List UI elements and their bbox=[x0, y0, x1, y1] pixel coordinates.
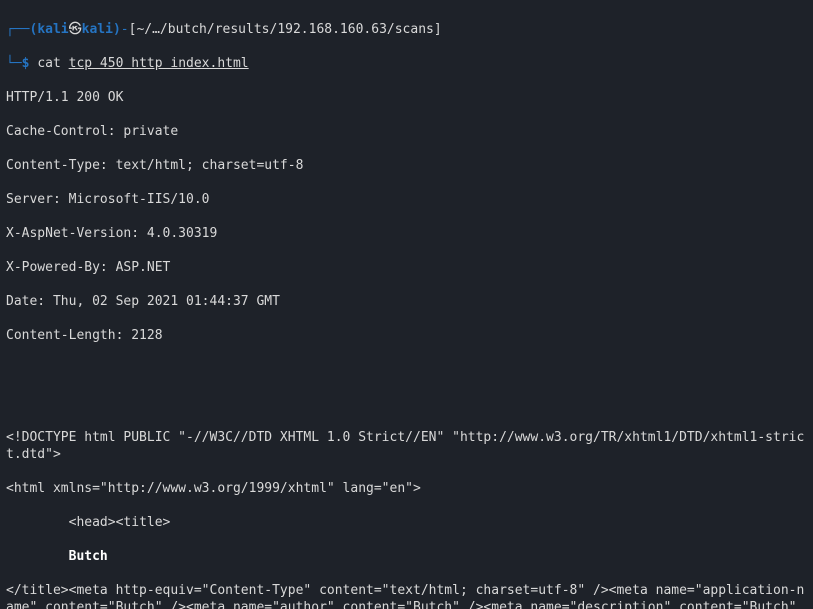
corner-top-icon: ┌── bbox=[6, 22, 29, 37]
rparen-icon: ) bbox=[113, 22, 121, 37]
title-text: Butch bbox=[6, 548, 807, 565]
blank-line bbox=[6, 361, 807, 378]
prompt-line-1: ┌──(kali㉿kali)-[~/…/butch/results/192.16… bbox=[6, 21, 807, 38]
powered-by: X-Powered-By: ASP.NET bbox=[6, 259, 807, 276]
date-header: Date: Thu, 02 Sep 2021 01:44:37 GMT bbox=[6, 293, 807, 310]
command-args: tcp 450 http index.html bbox=[69, 56, 249, 71]
skull-icon: ㉿ bbox=[69, 22, 82, 37]
prompt-line-2[interactable]: └─$ cat tcp 450 http index.html bbox=[6, 55, 807, 72]
content-length: Content-Length: 2128 bbox=[6, 327, 807, 344]
aspnet-version: X-AspNet-Version: 4.0.30319 bbox=[6, 225, 807, 242]
cache-control: Cache-Control: private bbox=[6, 123, 807, 140]
blank-line bbox=[6, 395, 807, 412]
meta-block: </title><meta http-equiv="Content-Type" … bbox=[6, 582, 807, 609]
content-type: Content-Type: text/html; charset=utf-8 bbox=[6, 157, 807, 174]
doctype-line: <!DOCTYPE html PUBLIC "-//W3C//DTD XHTML… bbox=[6, 429, 807, 463]
dash-icon: - bbox=[121, 22, 129, 37]
terminal-output: ┌──(kali㉿kali)-[~/…/butch/results/192.16… bbox=[0, 0, 813, 609]
head-title-open: <head><title> bbox=[6, 514, 807, 531]
prompt-host: kali bbox=[82, 22, 113, 37]
prompt-path: /…/butch/results/192.168.160.63/scans bbox=[144, 22, 434, 37]
html-open: <html xmlns="http://www.w3.org/1999/xhtm… bbox=[6, 480, 807, 497]
prompt-user: kali bbox=[37, 22, 68, 37]
command-name: cat bbox=[37, 56, 60, 71]
rbracket-icon: ] bbox=[434, 22, 442, 37]
corner-bottom-icon: └─ bbox=[6, 56, 22, 71]
server-header: Server: Microsoft-IIS/10.0 bbox=[6, 191, 807, 208]
http-status: HTTP/1.1 200 OK bbox=[6, 89, 807, 106]
